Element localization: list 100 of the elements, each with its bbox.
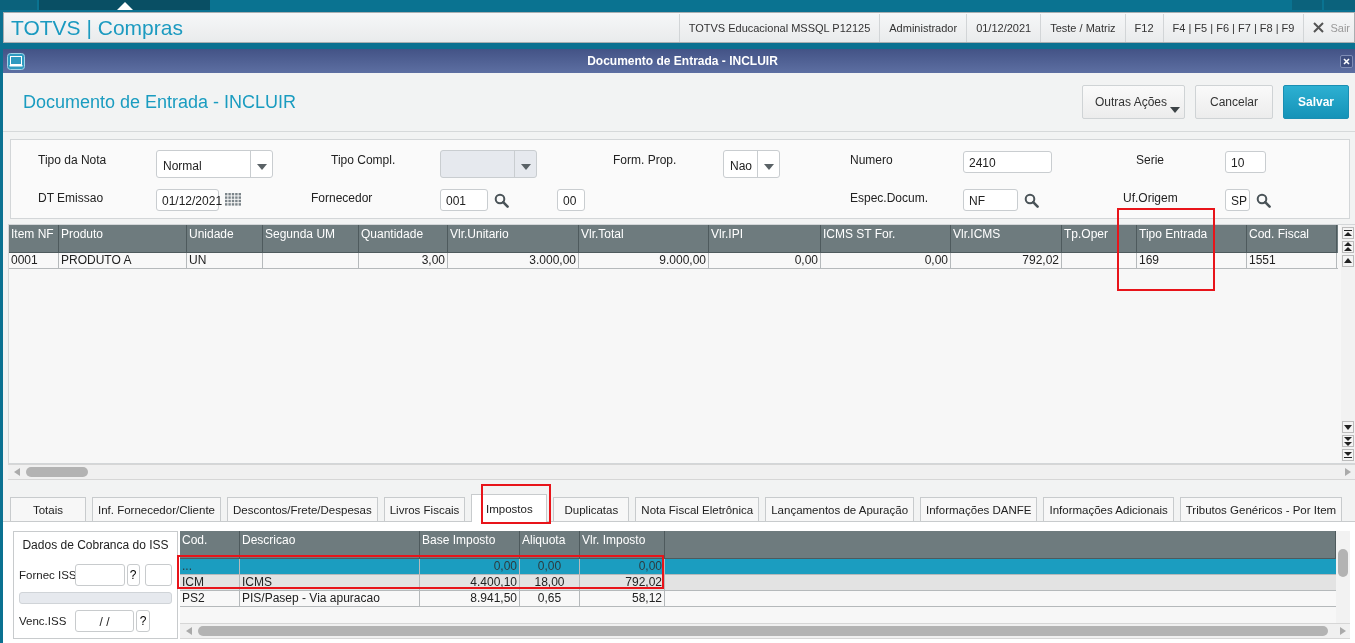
close-icon [1313,22,1325,33]
search-icon[interactable] [1024,193,1039,208]
input-field[interactable] [75,564,125,586]
input-field[interactable]: 10 [1225,151,1266,173]
scroll-thumb[interactable] [198,626,1328,636]
table-cell: ... [180,559,240,574]
table-cell: UN [187,253,263,268]
table-cell: 9.000,00 [579,253,709,268]
tab[interactable]: Informações DANFE [920,497,1038,521]
close-button[interactable] [1340,54,1353,68]
scroll-button[interactable] [1342,449,1354,461]
help-button[interactable]: ? [126,564,140,586]
table-cell: 4.400,10 [420,575,520,590]
scroll-button[interactable] [1342,435,1354,447]
header-info: Administrador [879,13,967,42]
left-arrow-icon[interactable] [14,468,20,476]
panel-title: Dados de Cobranca do ISS [21,538,170,554]
scroll-button[interactable] [1342,421,1354,433]
table-cell: PIS/Pasep - Via apuracao [240,591,420,606]
table-cell: 0,00 [709,253,821,268]
tab[interactable]: Informações Adicionais [1043,497,1174,521]
tab[interactable]: Impostos [471,494,548,522]
horizontal-scrollbar[interactable] [8,464,1355,480]
tab[interactable]: Tributos Genéricos - Por Item [1179,497,1343,521]
search-icon[interactable] [1256,193,1271,208]
horizontal-scrollbar[interactable] [180,623,1350,639]
search-icon[interactable] [494,193,509,208]
table-cell: 1551 [1247,253,1337,268]
caret-icon [256,163,267,170]
table-cell: 0001 [9,253,59,268]
vertical-scrollbar[interactable] [1336,531,1350,623]
table-cell: 18,00 [520,575,580,590]
right-arrow-icon[interactable] [1345,468,1351,476]
input-field[interactable]: 2410 [963,151,1052,173]
window-title: Documento de Entrada - INCLUIR [586,54,779,68]
field-label: DT Emissao [37,190,105,207]
right-arrow-icon[interactable] [1340,627,1346,635]
field-label: Numero [850,152,894,169]
field-label: Tipo da Nota [37,152,108,169]
input-field[interactable]: 00 [557,189,585,211]
pointer-icon [117,2,133,10]
scroll-button[interactable] [1342,255,1354,267]
tab[interactable]: Duplicatas [553,497,630,521]
field-label: Fornec ISS [19,569,73,581]
field-label: Uf.Origem [1123,190,1179,207]
header-info: TOTVS Educacional MSSQL P12125 [678,13,880,42]
header-info: F12 [1124,13,1163,42]
dropdown[interactable]: Normal [156,150,273,178]
table-cell: 0,00 [821,253,951,268]
caret-icon [763,163,774,170]
table-cell: 0,00 [420,559,520,574]
actions-menu-button[interactable]: Outras Ações [1082,85,1185,119]
table-cell: 792,02 [951,253,1062,268]
table-cell: 58,12 [580,591,665,606]
table-cell: ICMS [240,575,420,590]
input-field[interactable]: / / [75,610,134,632]
input-field[interactable]: 001 [440,189,488,211]
close-icon [1343,57,1350,65]
table-cell: 792,02 [580,575,665,590]
table-cell: 169 [1137,253,1247,268]
window-icon [7,52,25,70]
left-arrow-icon[interactable] [186,627,192,635]
top-bar-tab[interactable] [39,0,210,10]
app-title: TOTVS | Compras [10,15,184,40]
tab[interactable]: Descontos/Frete/Despesas [227,497,378,521]
page-heading: Documento de Entrada - INCLUIR [23,91,298,113]
field-label: Form. Prop. [613,152,678,169]
caret-icon [520,163,531,170]
table-cell: 8.941,50 [420,591,520,606]
dropdown[interactable]: Nao [723,150,780,178]
table-cell: 0,00 [580,559,665,574]
table-cell: 3,00 [359,253,448,268]
help-button[interactable]: ? [136,610,150,632]
caret-icon [1170,107,1180,113]
tab[interactable]: Nota Fiscal Eletrônica [635,497,760,521]
field-label: Fornecedor [311,190,374,207]
input-field[interactable]: SP [1225,189,1250,211]
scroll-button[interactable] [1342,227,1354,239]
input-field[interactable] [144,564,172,586]
table-cell: 3.000,00 [448,253,579,268]
input-field[interactable]: NF [963,189,1018,211]
table-cell: PRODUTO A [59,253,187,268]
header-info: Teste / Matriz [1040,13,1125,42]
scroll-thumb[interactable] [26,467,88,477]
field-label: Espec.Docum. [850,190,930,207]
tab[interactable]: Totais [10,497,86,521]
tab[interactable]: Inf. Fornecedor/Cliente [92,497,221,521]
calendar-icon[interactable] [225,193,241,206]
field-label: Serie [1135,152,1165,169]
table-cell: 0,00 [520,559,580,574]
table-cell: 0,65 [520,591,580,606]
header-info: 01/12/2021 [966,13,1041,42]
table-cell: PS2 [180,591,240,606]
tab[interactable]: Livros Fiscais [383,497,466,521]
header-info: F4 | F5 | F6 | F7 | F8 | F9 [1162,13,1304,42]
tab[interactable]: Lançamentos de Apuração [765,497,915,521]
field-label: Tipo Compl. [330,152,397,169]
table-cell: ICM [180,575,240,590]
scroll-button[interactable] [1342,241,1354,253]
cancel-button[interactable]: Cancelar [1195,85,1273,119]
